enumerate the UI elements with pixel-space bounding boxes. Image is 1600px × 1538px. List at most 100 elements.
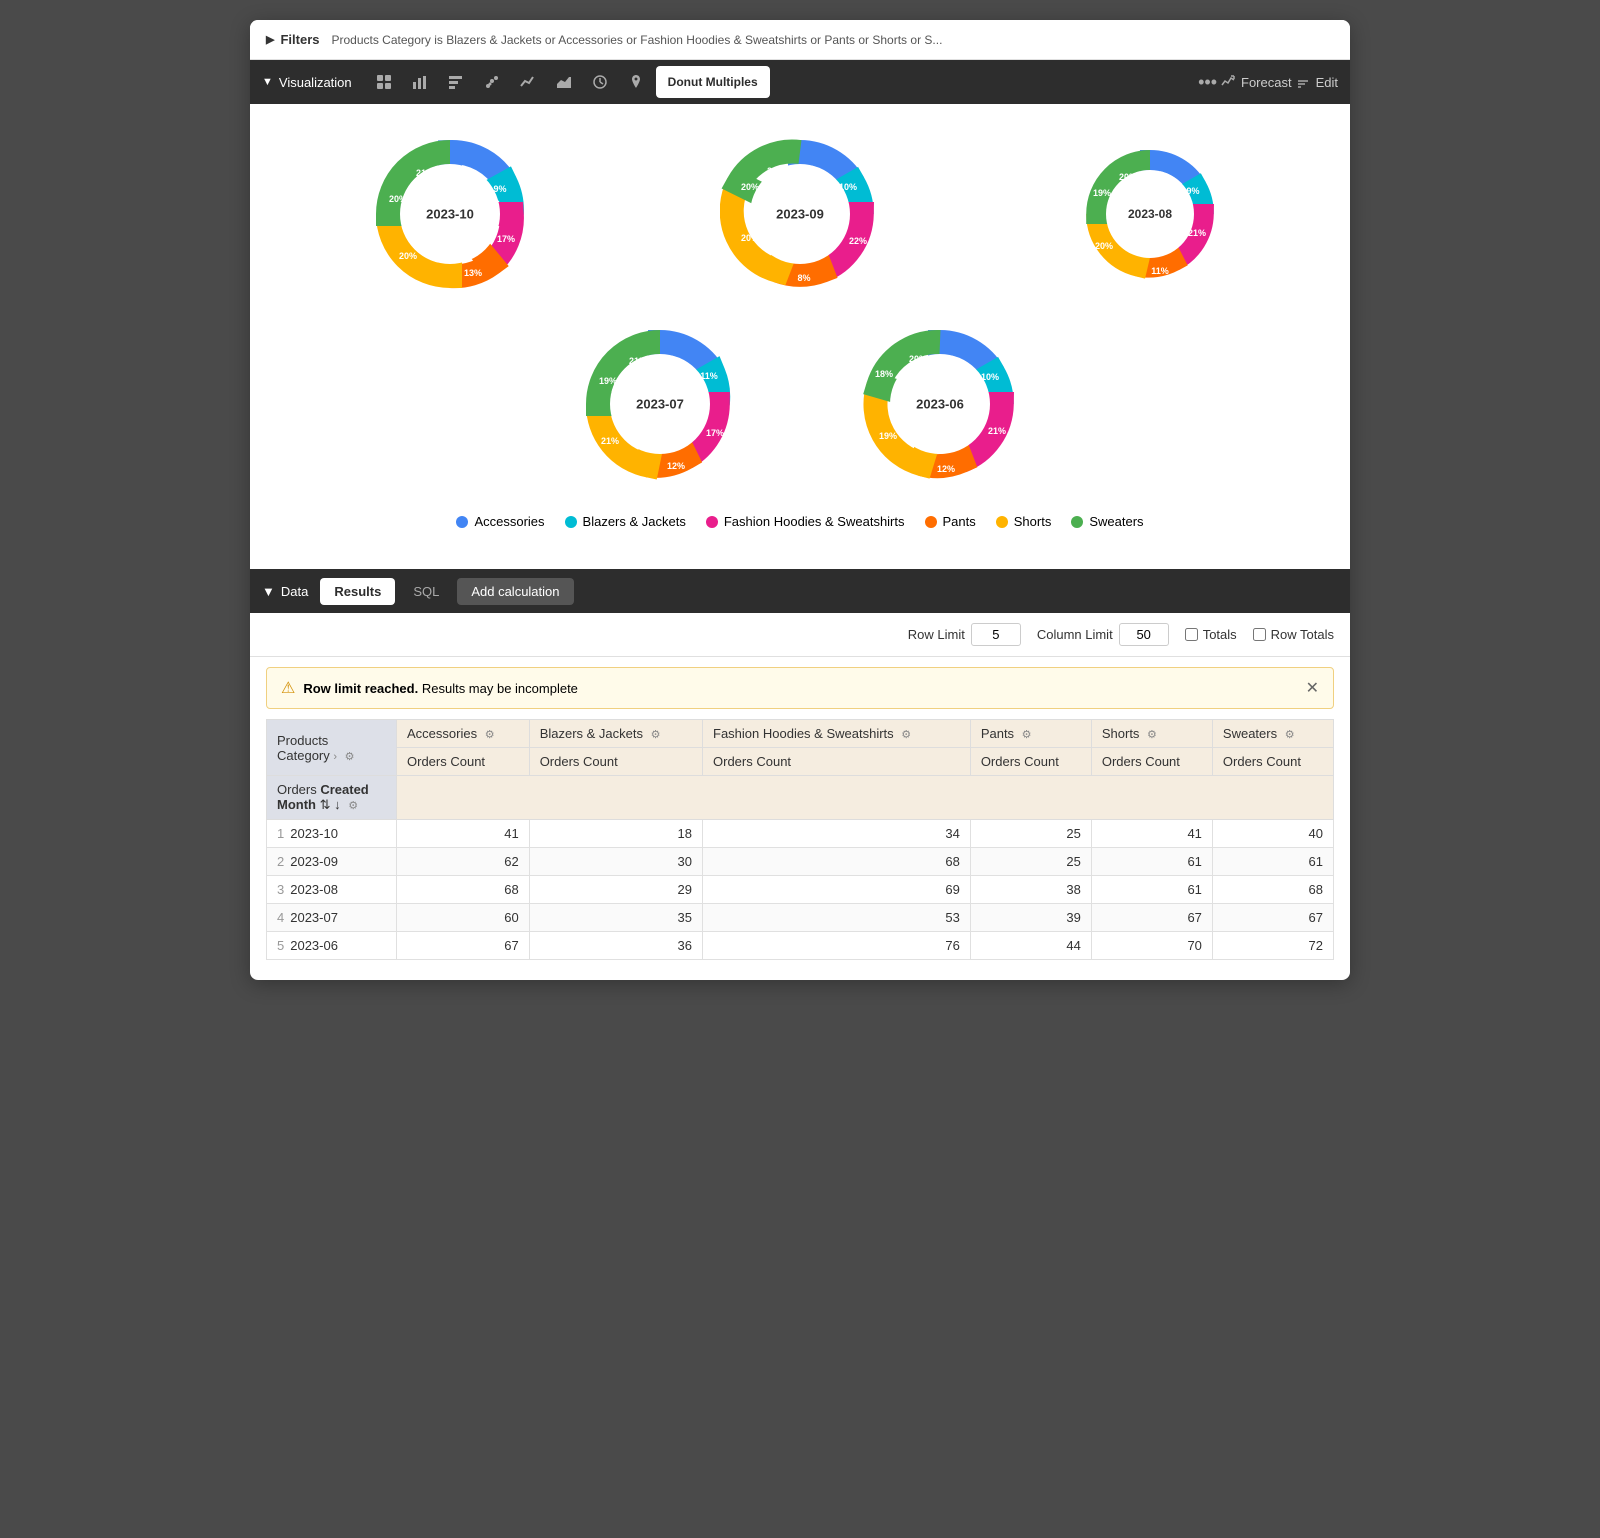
donut-label-2023-06: 2023-06 (916, 397, 964, 412)
main-container: ▶ Filters Products Category is Blazers &… (250, 20, 1350, 980)
accessories-gear-icon[interactable]: ⚙ (485, 728, 495, 741)
sweaters-gear-icon[interactable]: ⚙ (1285, 728, 1295, 741)
cell-shorts-2: 61 (1091, 848, 1212, 876)
donut-grid-top: 21% 9% 17% 13% 20% 20% 2023-10 (290, 134, 1310, 294)
svg-text:8%: 8% (797, 273, 810, 283)
legend-label-shorts: Shorts (1014, 514, 1052, 529)
pants-gear-icon[interactable]: ⚙ (1022, 728, 1032, 741)
blazers-gear-icon[interactable]: ⚙ (651, 728, 661, 741)
col-header-sweaters: Sweaters ⚙ (1212, 720, 1333, 748)
donut-label-2023-08: 2023-08 (1128, 207, 1172, 221)
svg-text:10%: 10% (839, 182, 857, 192)
row-limit-input[interactable] (971, 623, 1021, 646)
cell-blazers-1: 18 (529, 820, 702, 848)
table-row: 22023-09 62 30 68 25 61 61 (267, 848, 1334, 876)
svg-text:17%: 17% (497, 234, 515, 244)
pivot-header-text: ProductsCategory (277, 733, 330, 763)
warning-close-btn[interactable]: ✕ (1306, 678, 1319, 698)
pivot-header-cell: ProductsCategory › ⚙ (267, 720, 397, 776)
svg-text:12%: 12% (937, 464, 955, 474)
svg-text:19%: 19% (1093, 188, 1111, 198)
row-num-cell: 12023-10 (267, 820, 397, 848)
cell-shorts-1: 41 (1091, 820, 1212, 848)
table-icon-btn[interactable] (368, 66, 400, 98)
sub-header-fashion-hoodies: Orders Count (703, 748, 971, 776)
legend-dot-blazers (565, 516, 577, 528)
col-header-fashion-hoodies: Fashion Hoodies & Sweatshirts ⚙ (703, 720, 971, 748)
svg-text:20%: 20% (1095, 241, 1113, 251)
legend-blazers[interactable]: Blazers & Jackets (565, 514, 686, 529)
svg-text:17%: 17% (706, 428, 724, 438)
donut-multiples-btn[interactable]: Donut Multiples (656, 66, 770, 98)
legend-fashion-hoodies[interactable]: Fashion Hoodies & Sweatshirts (706, 514, 905, 529)
filters-toggle[interactable]: ▶ Filters (266, 32, 319, 47)
map-icon-btn[interactable] (620, 66, 652, 98)
svg-text:21%: 21% (988, 426, 1006, 436)
line-icon-btn[interactable] (512, 66, 544, 98)
cell-blazers-3: 29 (529, 876, 702, 904)
bar-icon-btn[interactable] (404, 66, 436, 98)
legend-dot-pants (925, 516, 937, 528)
filters-label: Filters (280, 32, 319, 47)
legend-label-accessories: Accessories (474, 514, 544, 529)
row-num-cell: 22023-09 (267, 848, 397, 876)
month-gear-icon[interactable]: ⚙ (348, 799, 358, 812)
more-options-btn[interactable]: ••• (1198, 72, 1217, 93)
forecast-btn[interactable]: Forecast (1221, 75, 1292, 90)
area-icon-btn[interactable] (548, 66, 580, 98)
table-row: 12023-10 41 18 34 25 41 40 (267, 820, 1334, 848)
legend-accessories[interactable]: Accessories (456, 514, 544, 529)
column-limit-input[interactable] (1119, 623, 1169, 646)
cell-fashion-4: 53 (703, 904, 971, 932)
empty-sub-header (397, 776, 1334, 820)
cell-sweaters-4: 67 (1212, 904, 1333, 932)
svg-text:13%: 13% (464, 268, 482, 278)
results-tab[interactable]: Results (320, 578, 395, 605)
data-toggle[interactable]: ▼ Data (262, 584, 308, 599)
filters-bar: ▶ Filters Products Category is Blazers &… (250, 20, 1350, 60)
svg-text:9%: 9% (1186, 186, 1199, 196)
totals-label: Totals (1203, 627, 1237, 642)
warning-bold-text: Row limit reached. (303, 681, 418, 696)
svg-text:18%: 18% (875, 369, 893, 379)
pivot-gear-icon[interactable]: ⚙ (345, 750, 355, 763)
shorts-gear-icon[interactable]: ⚙ (1147, 728, 1157, 741)
warning-banner: ⚠ Row limit reached. Results may be inco… (266, 667, 1334, 709)
sub-header-blazers: Orders Count (529, 748, 702, 776)
legend-sweaters[interactable]: Sweaters (1071, 514, 1143, 529)
svg-text:11%: 11% (1151, 266, 1169, 276)
row-totals-checkbox-label[interactable]: Row Totals (1253, 627, 1334, 642)
add-calculation-tab[interactable]: Add calculation (457, 578, 573, 605)
svg-text:21%: 21% (601, 436, 619, 446)
pivot-expand-icon[interactable]: › (333, 751, 337, 763)
viz-toggle[interactable]: ▼ Visualization (262, 75, 352, 90)
cell-sweaters-5: 72 (1212, 932, 1333, 960)
cell-sweaters-3: 68 (1212, 876, 1333, 904)
time-icon-btn[interactable] (584, 66, 616, 98)
fashion-hoodies-gear-icon[interactable]: ⚙ (901, 728, 911, 741)
sql-tab[interactable]: SQL (399, 578, 453, 605)
row-num-cell: 42023-07 (267, 904, 397, 932)
legend-shorts[interactable]: Shorts (996, 514, 1052, 529)
legend-pants[interactable]: Pants (925, 514, 976, 529)
cell-fashion-2: 68 (703, 848, 971, 876)
row-num-cell: 52023-06 (267, 932, 397, 960)
table-wrapper: ProductsCategory › ⚙ Accessories ⚙ Blaze… (250, 719, 1350, 980)
sorted-bar-icon-btn[interactable] (440, 66, 472, 98)
row-totals-checkbox[interactable] (1253, 628, 1266, 641)
cell-fashion-3: 69 (703, 876, 971, 904)
cell-blazers-4: 35 (529, 904, 702, 932)
svg-text:20%: 20% (741, 182, 759, 192)
edit-btn[interactable]: Edit (1296, 75, 1338, 90)
cell-pants-4: 39 (970, 904, 1091, 932)
svg-text:20%: 20% (1119, 172, 1137, 182)
row-sort-header[interactable]: Orders CreatedMonth ⇅ ↓ ⚙ (267, 776, 397, 820)
totals-checkbox-label[interactable]: Totals (1185, 627, 1237, 642)
column-limit-label: Column Limit (1037, 627, 1113, 642)
scatter-icon-btn[interactable] (476, 66, 508, 98)
row-num-cell: 32023-08 (267, 876, 397, 904)
col-header-pants: Pants ⚙ (970, 720, 1091, 748)
cell-accessories-4: 60 (397, 904, 530, 932)
totals-checkbox[interactable] (1185, 628, 1198, 641)
legend-label-sweaters: Sweaters (1089, 514, 1143, 529)
